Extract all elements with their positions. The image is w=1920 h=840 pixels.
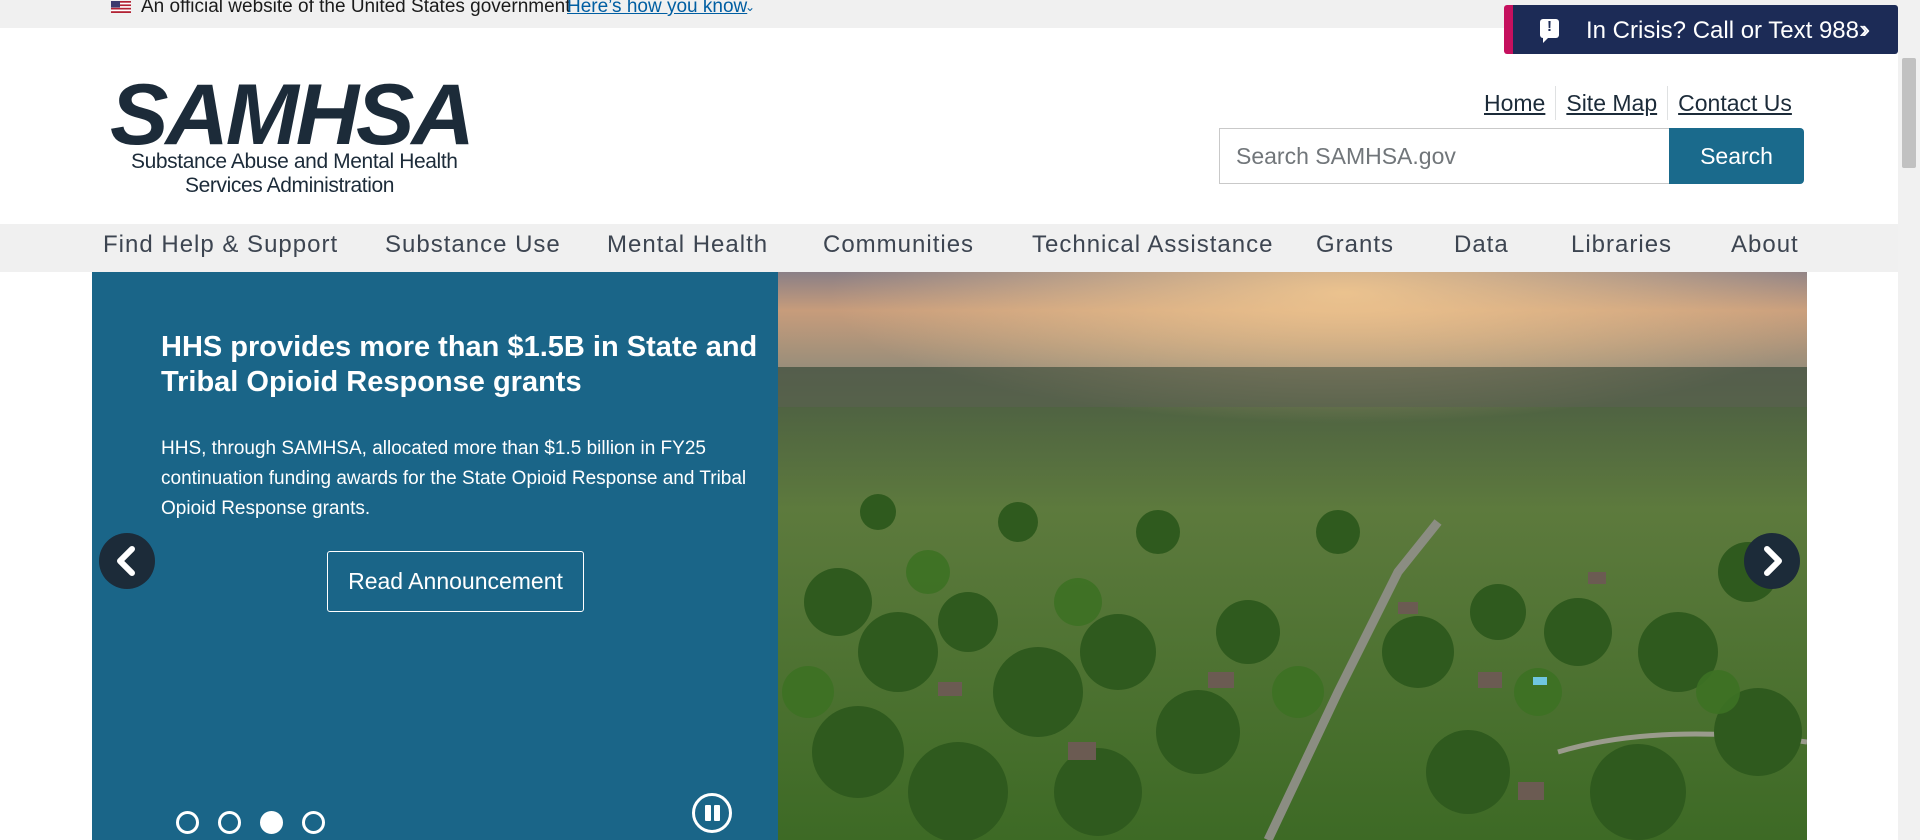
pause-icon[interactable]	[692, 793, 732, 833]
chevron-down-icon[interactable]: ⌄	[745, 0, 755, 14]
carousel-dot-3[interactable]	[260, 811, 283, 834]
chevron-right-icon	[1764, 546, 1782, 576]
carousel-next-button[interactable]	[1744, 533, 1800, 589]
nav-item-substance-use[interactable]: Substance Use	[385, 231, 561, 259]
aerial-neighborhood-photo	[778, 272, 1807, 840]
alert-bubble-icon	[1540, 18, 1559, 43]
utility-links: Home Site Map Contact Us	[1474, 86, 1802, 120]
search-button[interactable]: Search	[1669, 128, 1804, 184]
nav-item-find-help[interactable]: Find Help & Support	[103, 231, 338, 259]
gov-banner-text: An official website of the United States…	[141, 0, 571, 17]
contact-us-link[interactable]: Contact Us	[1668, 90, 1802, 117]
nav-item-mental-health[interactable]: Mental Health	[607, 231, 768, 259]
hero-body: HHS, through SAMHSA, allocated more than…	[161, 438, 747, 519]
logo-subtitle-line1: Substance Abuse and Mental Health	[131, 150, 458, 173]
scrollbar-thumb[interactable]	[1902, 58, 1916, 168]
carousel-dots	[176, 811, 325, 834]
site-map-link[interactable]: Site Map	[1556, 90, 1667, 117]
double-chevron-right-icon: ››	[1859, 14, 1871, 44]
carousel-prev-button[interactable]	[99, 533, 155, 589]
page-scrollbar[interactable]	[1898, 0, 1920, 840]
carousel-dot-2[interactable]	[218, 811, 241, 834]
heres-how-you-know-link[interactable]: Here’s how you know	[567, 0, 747, 18]
main-nav: Find Help & Support Substance Use Mental…	[0, 224, 1898, 272]
read-announcement-button[interactable]: Read Announcement	[327, 551, 584, 612]
nav-item-libraries[interactable]: Libraries	[1571, 231, 1672, 259]
nav-item-communities[interactable]: Communities	[823, 231, 974, 259]
search-field[interactable]	[1219, 128, 1670, 184]
home-link[interactable]: Home	[1474, 90, 1555, 117]
logo-subtitle-line2: Services Administration	[185, 174, 395, 197]
samhsa-logo[interactable]: SAMHSA Substance Abuse and Mental Health…	[110, 67, 475, 202]
crisis-label: In Crisis? Call or Text 988	[1586, 17, 1859, 44]
nav-item-data[interactable]: Data	[1454, 231, 1509, 259]
hero-image	[778, 272, 1807, 840]
search-input[interactable]	[1220, 129, 1670, 183]
hero-text-panel: HHS provides more than $1.5B in State an…	[92, 272, 778, 840]
carousel-dot-4[interactable]	[302, 811, 325, 834]
hero-title: HHS provides more than $1.5B in State an…	[161, 331, 758, 398]
nav-item-grants[interactable]: Grants	[1316, 231, 1394, 259]
us-flag-icon	[111, 1, 131, 13]
crisis-button[interactable]: In Crisis? Call or Text 988 ››	[1504, 5, 1898, 54]
nav-item-technical-assistance[interactable]: Technical Assistance	[1032, 231, 1273, 259]
nav-item-about[interactable]: About	[1731, 231, 1799, 259]
chevron-left-icon	[117, 546, 135, 576]
carousel-dot-1[interactable]	[176, 811, 199, 834]
